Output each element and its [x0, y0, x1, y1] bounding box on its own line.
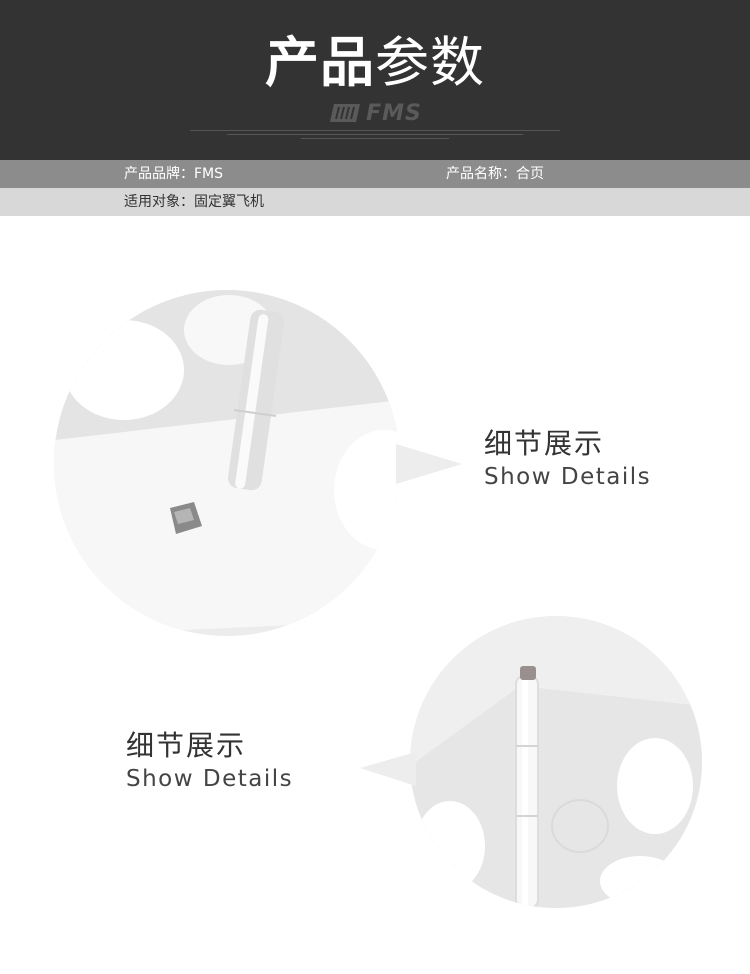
callout-pointer-1 [396, 444, 462, 484]
detail-title-en-2: Show Details [126, 766, 294, 792]
fms-logo-icon [330, 104, 361, 122]
logo-fineprint [190, 127, 560, 139]
detail-title-zh-1: 细节展示 [484, 427, 605, 460]
title-light-part: 参数 [375, 31, 485, 94]
spec-row-2: 适用对象：固定翼飞机 [0, 188, 750, 216]
spec-row-1: 产品品牌：FMS 产品名称：合页 [0, 160, 750, 188]
header-banner: 产品参数 FMS [0, 0, 750, 160]
page-title: 产品参数 [0, 28, 750, 98]
callout-pointer-2 [360, 752, 416, 786]
detail-image-2 [410, 616, 702, 908]
title-bold-part: 产品 [265, 31, 375, 94]
detail-title-zh-2: 细节展示 [126, 729, 247, 762]
spec-product-name: 产品名称：合页 [446, 166, 544, 182]
spec-brand: 产品品牌：FMS [124, 166, 224, 182]
brand-logo-text: FMS [366, 100, 422, 126]
spec-target: 适用对象：固定翼飞机 [124, 194, 264, 210]
brand-logo: FMS [0, 100, 750, 126]
detail-image-1 [54, 290, 400, 636]
detail-caption-2: 细节展示 Show Details [126, 728, 293, 794]
detail-title-en-1: Show Details [484, 464, 652, 490]
detail-caption-1: 细节展示 Show Details [484, 426, 651, 492]
